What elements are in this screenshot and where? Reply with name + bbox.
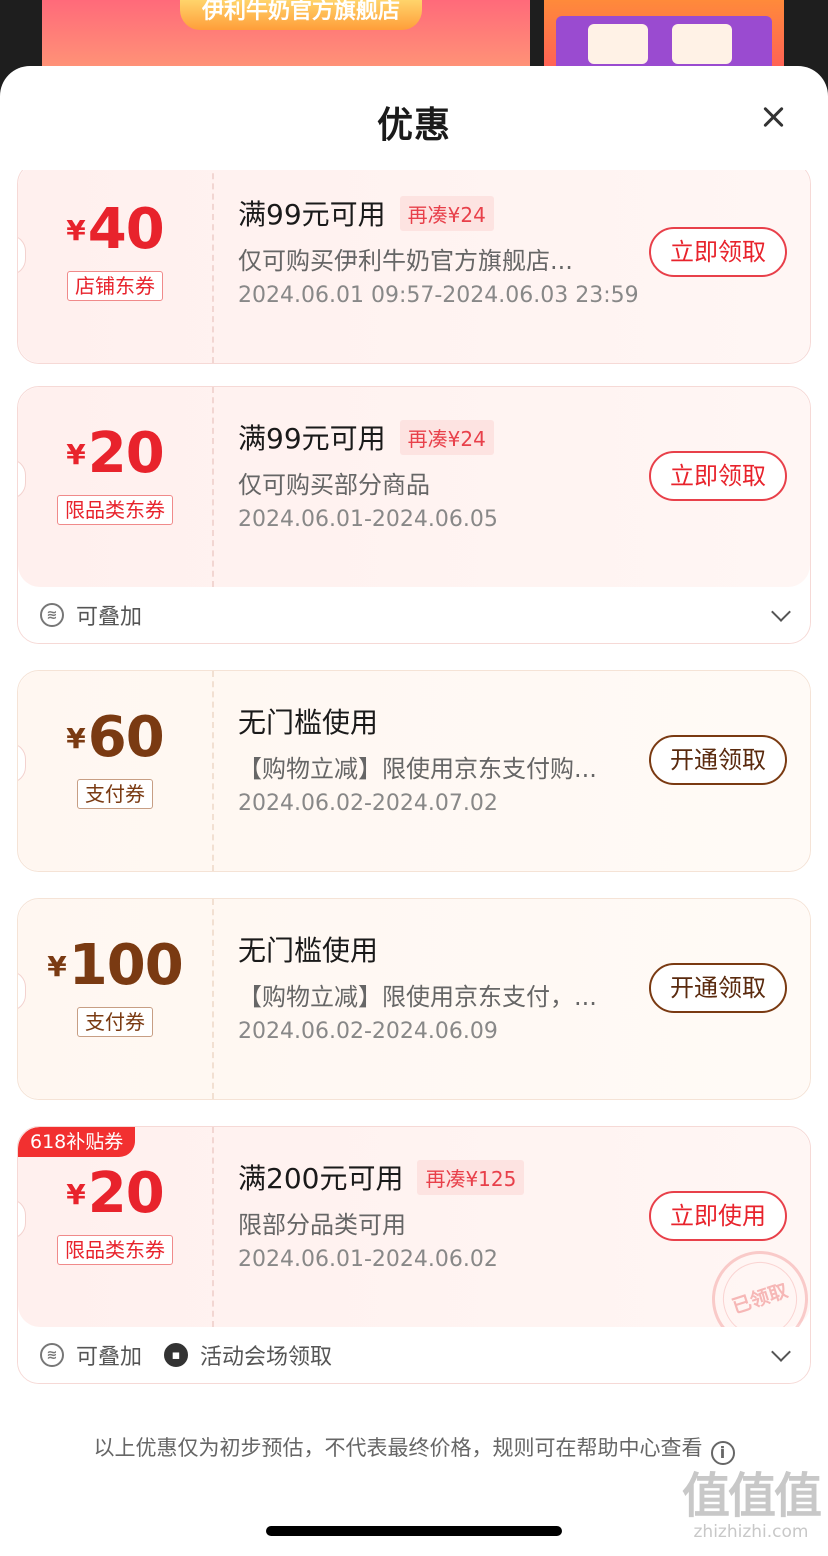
coupon-scope: 【购物立减】限使用京东支付，... (238, 983, 597, 1011)
activate-claim-button[interactable]: 开通领取 (649, 963, 787, 1013)
condition-text: 满200元可用 (238, 1162, 404, 1195)
ticket-divider (212, 671, 214, 871)
coupon-validity: 2024.06.01-2024.06.02 (238, 1247, 498, 1272)
store-banner-title: 伊利牛奶官方旗舰店 (180, 0, 423, 30)
activate-claim-button[interactable]: 开通领取 (649, 735, 787, 785)
extra-needed-badge: 再凑¥125 (417, 1159, 525, 1195)
close-icon[interactable] (752, 96, 796, 140)
stackable-label: 可叠加 (76, 1345, 143, 1370)
claim-button[interactable]: 立即领取 (649, 451, 787, 501)
coupon-card: ¥20 限品类东券 满99元可用 再凑¥24 仅可购买部分商品 2024.06.… (17, 386, 811, 644)
coupon-type-tag: 店铺东券 (67, 271, 163, 301)
coupon-ticket: ¥60 支付券 无门槛使用 【购物立减】限使用京东支付购... 2024.06.… (18, 671, 810, 871)
chevron-down-icon[interactable] (771, 602, 791, 622)
coupon-scope: 仅可购买伊利牛奶官方旗舰店... (238, 247, 573, 275)
coupon-type-tag: 限品类东券 (57, 495, 173, 525)
coupon-scope: 限部分品类可用 (238, 1211, 406, 1239)
coupon-card: ¥60 支付券 无门槛使用 【购物立减】限使用京东支付购... 2024.06.… (17, 670, 811, 872)
coupon-tag-wrap: 店铺东券 (18, 170, 212, 363)
coupon-tag-wrap: 支付券 (18, 671, 212, 871)
coupon-ticket: 618补贴券 ¥20 限品类东券 满200元可用 再凑¥125 限部分品类可用 … (18, 1127, 810, 1360)
watermark-logo: 值值值 (681, 1468, 822, 1524)
promo-tile (588, 24, 648, 64)
coupon-tag-wrap: 限品类东券 (18, 1127, 212, 1327)
watermark-url: zhizhizhi.com (693, 1522, 809, 1542)
promo-tile (672, 24, 732, 64)
coupon-card: ¥100 支付券 无门槛使用 【购物立减】限使用京东支付，... 2024.06… (17, 898, 811, 1100)
home-indicator[interactable] (266, 1526, 562, 1536)
coupon-sheet: 优惠 ¥40 店铺东券 满99元可用 再凑¥24 仅可购买伊利牛奶官方旗舰店..… (0, 66, 828, 1556)
condition-text: 无门槛使用 (238, 706, 379, 739)
coupon-ticket: ¥20 限品类东券 满99元可用 再凑¥24 仅可购买部分商品 2024.06.… (18, 387, 810, 587)
coupon-card: 618补贴券 ¥20 限品类东券 满200元可用 再凑¥125 限部分品类可用 … (17, 1126, 811, 1384)
coupon-ticket: ¥40 店铺东券 满99元可用 再凑¥24 仅可购买伊利牛奶官方旗舰店... 2… (18, 170, 810, 363)
extra-needed-badge: 再凑¥24 (399, 195, 494, 231)
coupon-validity: 2024.06.02-2024.07.02 (238, 791, 498, 816)
ticket-icon: ▪ (164, 1343, 189, 1367)
coupon-footer[interactable]: ≋ 可叠加 (18, 587, 810, 643)
coupon-type-tag: 支付券 (77, 1007, 153, 1037)
info-icon[interactable]: i (710, 1441, 735, 1465)
condition-text: 无门槛使用 (238, 934, 379, 967)
coupon-scope: 仅可购买部分商品 (238, 471, 430, 499)
coupon-validity: 2024.06.01 09:57-2024.06.03 23:59 (238, 283, 639, 308)
coupon-condition: 无门槛使用 (238, 701, 378, 741)
stackable-info: ≋ 可叠加 (40, 1339, 142, 1371)
disclaimer: 以上优惠仅为初步预估，不代表最终价格，规则可在帮助中心查看 i (0, 1432, 828, 1465)
watermark: 值值值 zhizhizhi.com (676, 1470, 826, 1542)
coupon-condition: 满99元可用 再凑¥24 (238, 193, 494, 233)
condition-text: 满99元可用 (238, 198, 386, 231)
coupon-type-tag: 限品类东券 (57, 1235, 173, 1265)
coupon-condition: 无门槛使用 (238, 929, 378, 969)
claim-button[interactable]: 立即领取 (649, 227, 787, 277)
use-now-button[interactable]: 立即使用 (649, 1191, 787, 1241)
ticket-divider (212, 1127, 214, 1327)
ticket-divider (212, 899, 214, 1099)
chevron-down-icon[interactable] (771, 1342, 791, 1362)
extra-needed-badge: 再凑¥24 (399, 419, 494, 455)
stackable-info: ≋ 可叠加 (40, 599, 142, 631)
stackable-label: 可叠加 (76, 605, 143, 630)
coupon-footer[interactable]: ≋ 可叠加 ▪ 活动会场领取 (18, 1327, 810, 1383)
disclaimer-text: 以上优惠仅为初步预估，不代表最终价格，规则可在帮助中心查看 (93, 1436, 703, 1460)
coupon-card: ¥40 店铺东券 满99元可用 再凑¥24 仅可购买伊利牛奶官方旗舰店... 2… (17, 170, 811, 364)
coupon-tag-wrap: 限品类东券 (18, 387, 212, 587)
condition-text: 满99元可用 (238, 422, 386, 455)
stack-icon: ≋ (40, 1343, 64, 1367)
coupon-scope: 【购物立减】限使用京东支付购... (238, 755, 597, 783)
coupon-validity: 2024.06.02-2024.06.09 (238, 1019, 498, 1044)
coupon-validity: 2024.06.01-2024.06.05 (238, 507, 498, 532)
ticket-divider (212, 170, 214, 363)
venue-info: ▪ 活动会场领取 (164, 1339, 332, 1371)
coupon-ticket: ¥100 支付券 无门槛使用 【购物立减】限使用京东支付，... 2024.06… (18, 899, 810, 1099)
ticket-divider (212, 387, 214, 587)
coupon-tag-wrap: 支付券 (18, 899, 212, 1099)
stack-icon: ≋ (40, 603, 64, 627)
venue-label: 活动会场领取 (200, 1345, 333, 1370)
coupon-condition: 满99元可用 再凑¥24 (238, 417, 494, 457)
sheet-title: 优惠 (376, 105, 451, 146)
coupon-condition: 满200元可用 再凑¥125 (238, 1157, 525, 1197)
coupon-type-tag: 支付券 (77, 779, 153, 809)
coupon-list[interactable]: ¥40 店铺东券 满99元可用 再凑¥24 仅可购买伊利牛奶官方旗舰店... 2… (0, 170, 828, 1556)
